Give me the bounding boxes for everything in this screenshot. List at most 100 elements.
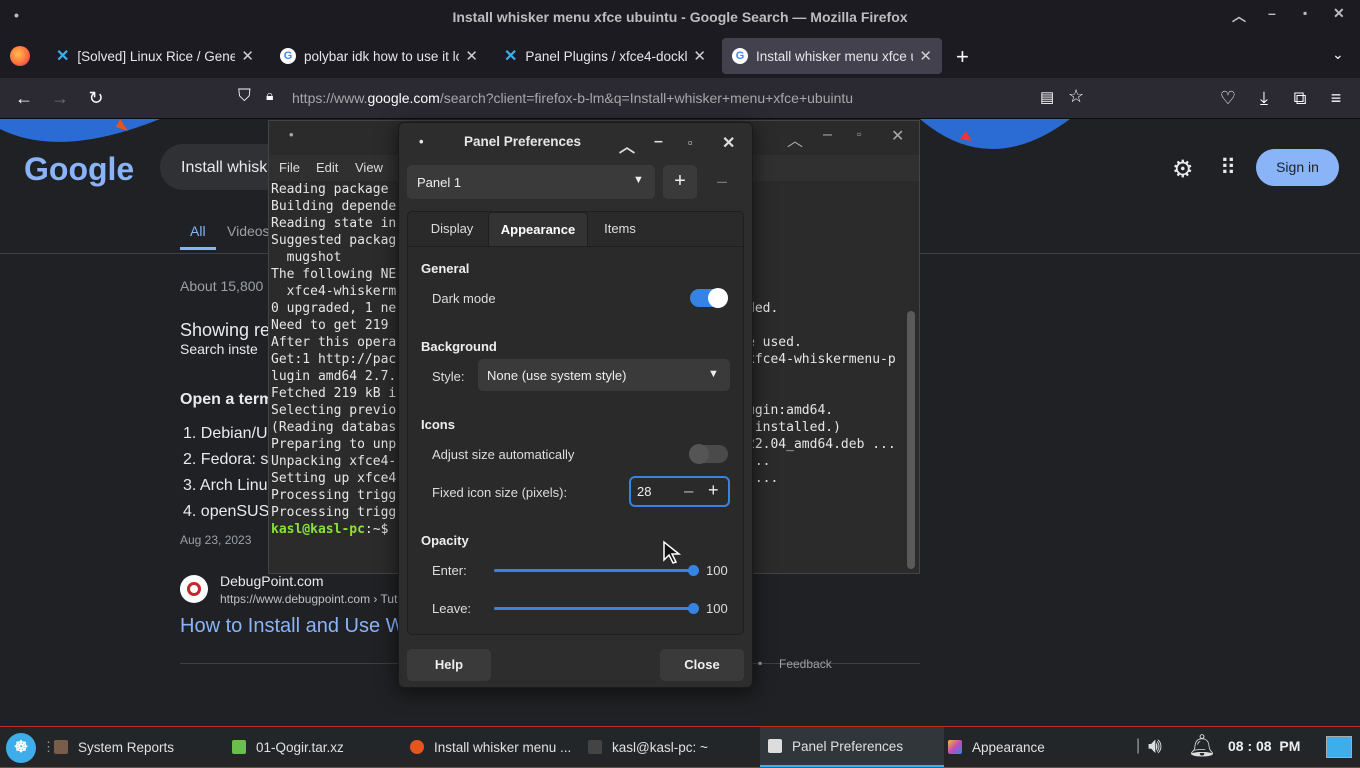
maximize-up-icon[interactable]: ︿: [787, 127, 803, 151]
terminal-line-right: [747, 232, 896, 249]
new-tab-icon[interactable]: +: [956, 44, 969, 70]
section-opacity: Opacity: [421, 533, 469, 548]
site-url[interactable]: https://www.debugpoint.com › Tut: [220, 592, 397, 606]
reader-view-icon[interactable]: ▤: [1040, 88, 1054, 106]
dark-mode-switch[interactable]: [690, 288, 728, 308]
menu-edit[interactable]: Edit: [316, 160, 338, 175]
help-button[interactable]: Help: [407, 649, 491, 681]
terminal-scrollbar[interactable]: [907, 311, 915, 569]
minimize-icon[interactable]: –: [823, 126, 832, 144]
terminal-line-right: [747, 198, 896, 215]
site-favicon: [180, 575, 208, 603]
close-window-icon[interactable]: ✕: [1333, 5, 1345, 22]
feedback-link[interactable]: Feedback: [779, 657, 832, 671]
add-panel-button[interactable]: +: [663, 165, 697, 199]
feedback-icon[interactable]: ▪: [758, 656, 762, 670]
task-qogir[interactable]: 01-Qogir.tar.xz: [232, 727, 344, 767]
downloads-icon[interactable]: ⤓: [1252, 86, 1276, 110]
extensions-icon[interactable]: ⧉: [1288, 86, 1312, 110]
tab-close-icon[interactable]: ✕: [693, 47, 706, 65]
tab-videos[interactable]: Videos: [227, 223, 270, 239]
leave-value: 100: [706, 601, 728, 616]
style-select[interactable]: None (use system style) ▼: [478, 359, 730, 391]
settings-gear-icon[interactable]: ⚙: [1172, 155, 1194, 184]
app-menu-icon[interactable]: ☸: [6, 733, 36, 763]
tab-all[interactable]: All: [190, 223, 206, 239]
terminal-prompt[interactable]: kasl@kasl-pc:~$: [271, 521, 396, 538]
panel-icon: [768, 739, 782, 753]
forward-icon[interactable]: →: [48, 86, 72, 110]
snippet-date: Aug 23, 2023: [180, 533, 252, 547]
terminal-line: Reading package: [271, 182, 389, 197]
task-terminal[interactable]: kasl@kasl-pc: ~: [588, 727, 708, 767]
search-instead[interactable]: Search inste: [180, 341, 258, 357]
url-bar[interactable]: ⛉ 🔒︎ https://www.google.com/search?clien…: [232, 82, 1094, 114]
menu-icon[interactable]: ≡: [1324, 86, 1348, 110]
apps-grid-icon[interactable]: ⠿: [1220, 155, 1236, 181]
pocket-icon[interactable]: ♡: [1216, 86, 1240, 110]
increment-icon[interactable]: +: [708, 480, 719, 501]
tab-close-icon[interactable]: ✕: [241, 47, 254, 65]
preferences-notebook: Display Appearance Items General Dark mo…: [407, 211, 744, 635]
window-menu-icon[interactable]: •: [419, 134, 424, 149]
show-desktop-icon[interactable]: [1326, 736, 1352, 758]
tab-panel-plugins[interactable]: ✕ Panel Plugins / xfce4-docklik ✕: [494, 38, 716, 74]
menu-view[interactable]: View: [355, 160, 383, 175]
close-icon[interactable]: ✕: [722, 133, 735, 153]
bookmark-star-icon[interactable]: ☆: [1068, 86, 1084, 107]
tab-appearance[interactable]: Appearance: [488, 212, 588, 246]
sign-in-button[interactable]: Sign in: [1256, 149, 1339, 186]
tab-display[interactable]: Display: [418, 212, 486, 246]
minimize-icon[interactable]: –: [1268, 5, 1276, 21]
reload-icon[interactable]: ↻: [84, 86, 108, 110]
close-button[interactable]: Close: [660, 649, 744, 681]
dropdown-arrow-icon: ▼: [633, 174, 644, 186]
terminal-line: After this opera: [271, 335, 397, 350]
notification-bell-icon[interactable]: 🔔︎: [1188, 733, 1216, 759]
restore-icon[interactable]: ▫: [857, 127, 861, 141]
shield-icon[interactable]: ⛉: [238, 86, 251, 106]
tab-polybar[interactable]: G polybar idk how to use it lol ✕: [270, 38, 488, 74]
icon-size-value[interactable]: 28: [637, 484, 651, 499]
task-appearance[interactable]: Appearance: [948, 727, 1045, 767]
maximize-up-icon[interactable]: ︿: [619, 133, 635, 157]
back-icon[interactable]: ←: [12, 86, 36, 110]
result-title-link[interactable]: How to Install and Use W: [180, 615, 405, 638]
terminal-line: xfce4-whiskerm: [271, 284, 397, 299]
window-menu-icon[interactable]: •: [289, 127, 294, 142]
tab-items[interactable]: Items: [592, 212, 648, 246]
volume-icon[interactable]: 🔊︎: [1148, 733, 1162, 759]
enter-opacity-slider[interactable]: [494, 565, 699, 576]
terminal-output[interactable]: Reading package Building depende Reading s…: [271, 181, 396, 538]
menu-file[interactable]: File: [279, 160, 300, 175]
tab-install-whisker[interactable]: G Install whisker menu xfce ubu✕: [722, 38, 942, 74]
minimize-icon[interactable]: –: [654, 133, 663, 151]
restore-icon[interactable]: ▪: [1303, 6, 1307, 20]
panel-select[interactable]: Panel 1 ▼: [407, 165, 655, 199]
google-logo[interactable]: Google: [24, 151, 134, 188]
leave-opacity-slider[interactable]: [494, 603, 699, 614]
adjust-size-switch[interactable]: [689, 444, 728, 464]
search-box[interactable]: Install whisk: [160, 144, 272, 190]
close-icon[interactable]: ✕: [891, 126, 904, 146]
lock-icon[interactable]: 🔒︎: [266, 87, 273, 104]
maximize-up-icon[interactable]: ︿: [1232, 6, 1246, 26]
site-name[interactable]: DebugPoint.com: [220, 573, 324, 589]
icon-size-spinbutton[interactable]: 28 – +: [629, 476, 730, 507]
terminal-line-right: 22.04_amd64.deb ...: [747, 437, 896, 452]
clock[interactable]: 08 : 08 PM: [1228, 738, 1300, 754]
decrement-icon[interactable]: –: [684, 481, 693, 501]
firefox-icon[interactable]: [10, 46, 30, 66]
list-tabs-chevron-icon[interactable]: ⌄: [1332, 46, 1344, 63]
active-tab-indicator: [180, 247, 216, 250]
restore-icon[interactable]: ▫: [688, 135, 693, 150]
task-firefox[interactable]: Install whisker menu ...: [410, 727, 571, 767]
remove-panel-button[interactable]: –: [705, 165, 739, 199]
task-panel-preferences[interactable]: Panel Preferences: [760, 727, 944, 767]
tab-solved-linux-rice[interactable]: ✕ [Solved] Linux Rice / Generi ✕: [46, 38, 264, 74]
tab-close-icon[interactable]: ✕: [465, 47, 478, 65]
task-system-reports[interactable]: System Reports: [54, 727, 174, 767]
enter-label: Enter:: [432, 563, 467, 578]
terminal-line: lugin amd64 2.7.: [271, 369, 397, 384]
tab-close-icon[interactable]: ✕: [919, 47, 932, 65]
